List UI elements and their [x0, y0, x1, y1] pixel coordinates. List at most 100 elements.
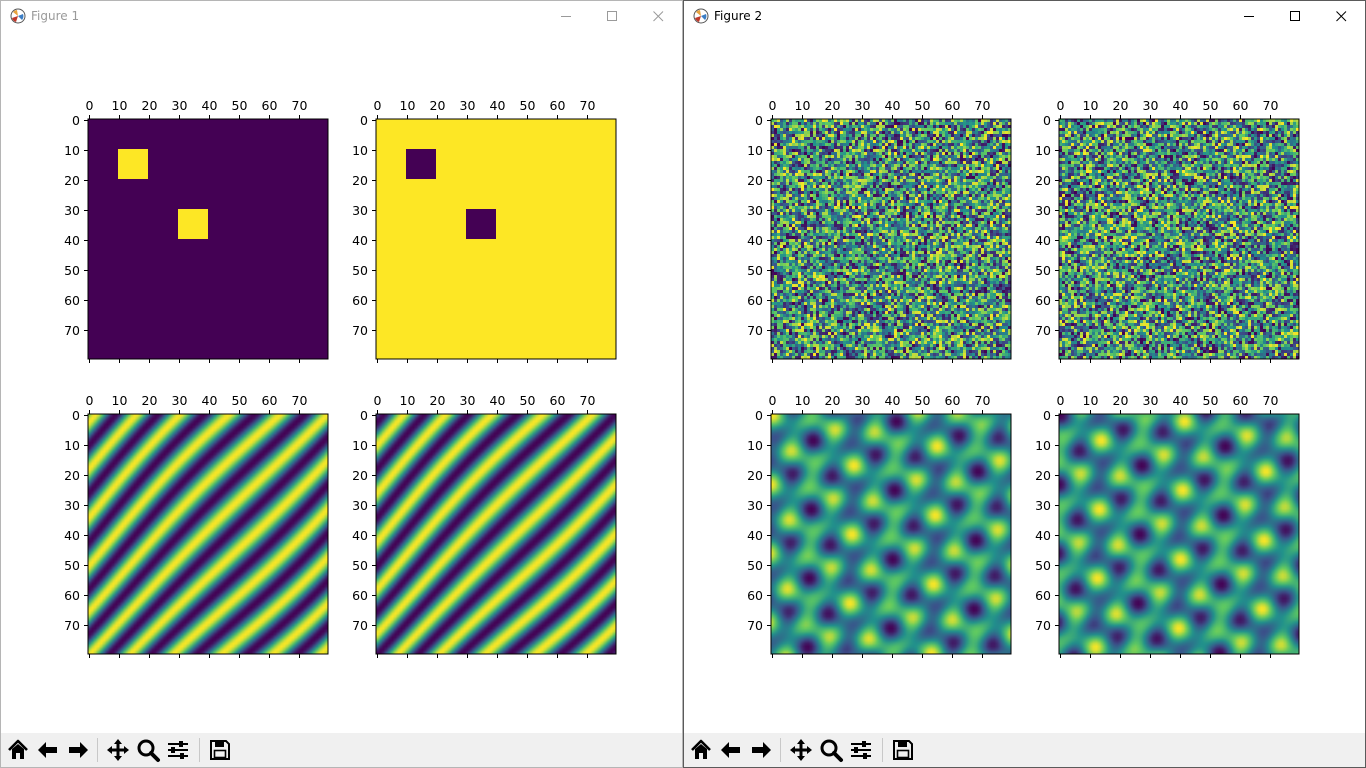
home-icon [691, 739, 711, 759]
x-tick-label: 30 [855, 98, 871, 113]
y-tick-label: 20 [352, 468, 368, 483]
toolbar-separator [199, 738, 200, 762]
y-tick-label: 70 [64, 618, 80, 633]
x-tick-label: 10 [112, 98, 128, 113]
figure-canvas[interactable]: 0 0 10 10 20 20 30 30 40 40 50 50 60 60 70 70 0 0 10 10 20 20… [684, 32, 1365, 734]
x-tick-label: 50 [520, 98, 536, 113]
back-button[interactable] [35, 737, 61, 763]
forward-icon [752, 742, 771, 758]
forward-button[interactable] [65, 737, 91, 763]
x-tick-label: 40 [1173, 393, 1189, 408]
y-tick-label: 10 [747, 143, 763, 158]
y-tick-label: 20 [747, 468, 763, 483]
window-titlebar[interactable]: Figure 1 [1, 1, 682, 32]
zoom-icon [137, 739, 160, 762]
y-tick-label: 60 [64, 293, 80, 308]
y-tick-label: 50 [1035, 263, 1051, 278]
y-tick-label: 50 [64, 263, 80, 278]
x-tick-label: 20 [142, 393, 158, 408]
x-tick-label: 10 [795, 393, 811, 408]
x-tick-label: 30 [460, 98, 476, 113]
x-tick-label: 0 [769, 393, 777, 408]
home-button[interactable] [688, 737, 714, 763]
y-tick-label: 60 [64, 588, 80, 603]
maximize-button[interactable] [1273, 1, 1319, 32]
y-tick-label: 10 [64, 143, 80, 158]
y-tick-label: 60 [352, 588, 368, 603]
pan-button[interactable] [105, 737, 131, 763]
x-tick-label: 0 [86, 98, 94, 113]
x-tick-label: 50 [1203, 393, 1219, 408]
pan-icon [790, 739, 812, 761]
y-tick-label: 10 [1035, 143, 1051, 158]
toolbar-separator [882, 738, 883, 762]
save-button[interactable] [890, 737, 916, 763]
configure-subplots-button[interactable] [848, 737, 874, 763]
heatmap-image [771, 119, 1011, 359]
home-button[interactable] [5, 737, 31, 763]
y-tick-label: 50 [1035, 558, 1051, 573]
x-tick-label: 10 [1083, 98, 1099, 113]
zoom-button[interactable] [135, 737, 161, 763]
pan-button[interactable] [788, 737, 814, 763]
subplot-4: 00 10 10 20 20 30 30 40 40 50 50 60 60 70 70 [1035, 393, 1300, 658]
x-tick-label: 60 [550, 98, 566, 113]
heatmap-image [1059, 119, 1299, 359]
y-tick-label: 60 [1035, 293, 1051, 308]
x-tick-label: 30 [1143, 393, 1159, 408]
x-tick-label: 20 [430, 98, 446, 113]
maximize-button[interactable] [590, 1, 636, 32]
close-button[interactable] [636, 1, 682, 32]
y-tick-label: 30 [747, 203, 763, 218]
back-button[interactable] [718, 737, 744, 763]
y-tick-label: 70 [747, 323, 763, 338]
x-tick-label: 40 [490, 98, 506, 113]
zoom-button[interactable] [818, 737, 844, 763]
y-tick-label: 50 [352, 263, 368, 278]
y-tick-label: 40 [1035, 528, 1051, 543]
y-tick-label: 70 [1035, 618, 1051, 633]
x-tick-label: 10 [400, 98, 416, 113]
y-tick-label: 60 [1035, 588, 1051, 603]
figure-canvas[interactable]: 0 0 10 10 20 20 30 30 40 40 50 50 60 60 70 70 0 0 10 10 20 20… [1, 32, 682, 734]
y-tick-label: 0 [755, 113, 763, 128]
heatmap-image [376, 414, 616, 654]
minimize-icon [561, 16, 571, 17]
y-tick-label: 50 [747, 263, 763, 278]
forward-button[interactable] [748, 737, 774, 763]
x-tick-label: 60 [550, 393, 566, 408]
configure-subplots-button[interactable] [165, 737, 191, 763]
window-title: Figure 1 [31, 9, 80, 23]
back-icon [38, 742, 57, 758]
subplot-4: 00 10 10 20 20 30 30 40 40 50 50 60 60 70 70 [352, 393, 617, 658]
toolbar-separator [780, 738, 781, 762]
x-tick-label: 70 [292, 393, 308, 408]
y-tick-label: 10 [352, 438, 368, 453]
x-tick-label: 10 [1083, 393, 1099, 408]
forward-icon [69, 742, 88, 758]
x-tick-label: 20 [1113, 393, 1129, 408]
save-button[interactable] [207, 737, 233, 763]
minimize-button[interactable] [1227, 1, 1273, 32]
y-tick-label: 30 [1035, 498, 1051, 513]
save-icon [893, 740, 913, 760]
close-button[interactable] [1319, 1, 1365, 32]
configure-subplots-icon [851, 741, 871, 759]
window-title: Figure 2 [714, 9, 763, 23]
y-tick-label: 20 [64, 468, 80, 483]
x-tick-label: 20 [825, 393, 841, 408]
x-tick-label: 50 [1203, 98, 1219, 113]
window-titlebar[interactable]: Figure 2 [684, 1, 1365, 32]
x-tick-label: 60 [262, 393, 278, 408]
minimize-button[interactable] [544, 1, 590, 32]
x-tick-label: 60 [1233, 98, 1249, 113]
close-icon [1336, 11, 1347, 22]
x-tick-label: 30 [172, 393, 188, 408]
y-tick-label: 0 [360, 408, 368, 423]
y-tick-label: 0 [72, 113, 80, 128]
x-tick-label: 50 [520, 393, 536, 408]
navigation-toolbar [684, 733, 1365, 767]
heatmap-image [88, 119, 328, 359]
x-tick-label: 40 [490, 393, 506, 408]
y-tick-label: 20 [64, 173, 80, 188]
